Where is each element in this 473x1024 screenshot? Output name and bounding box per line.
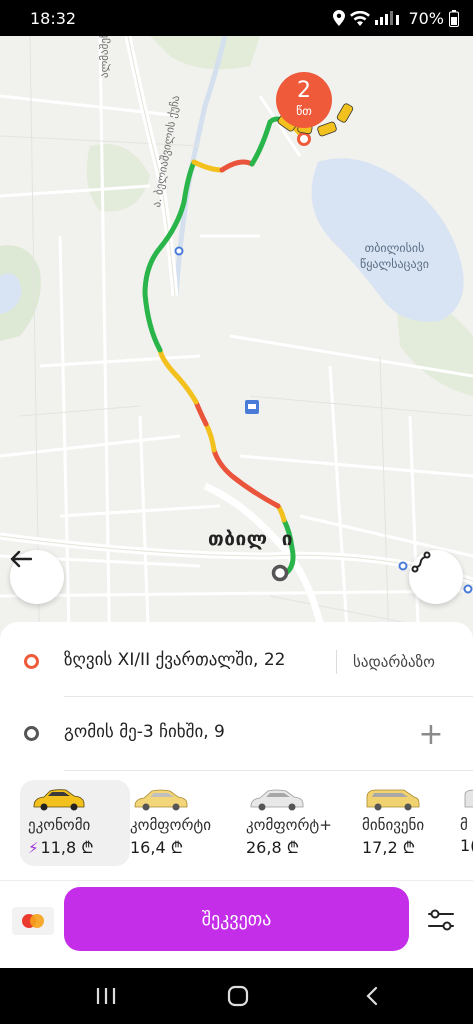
lake-label: თბილისის წყალსაცავი: [360, 240, 429, 272]
destination-address[interactable]: გომის მე-3 ჩიხში, 9: [64, 722, 225, 742]
system-navigation-bar: [0, 968, 473, 1024]
action-bar: შეკვეთა: [0, 880, 473, 968]
partial-car-icon: [464, 789, 473, 808]
route-overview-button[interactable]: [409, 550, 463, 604]
eta-badge: 2 წთ: [276, 72, 332, 128]
tariff-minivan[interactable]: მინივენი 17,2 ₾: [354, 780, 464, 866]
lightning-icon: ⚡: [28, 839, 39, 857]
home-button[interactable]: [222, 980, 254, 1012]
tariff-comfort-plus-name: კომფორტ+: [246, 816, 332, 834]
wifi-icon: [350, 10, 371, 26]
address-divider-2: [64, 770, 473, 771]
tariff-comfort[interactable]: კომფორტი 16,4 ₾: [122, 780, 232, 866]
tariff-economy-name: ეკონომი: [28, 816, 91, 834]
lake-label-line2: წყალსაცავი: [360, 257, 429, 271]
back-button[interactable]: [10, 550, 64, 604]
tariff-partial-price: 1(: [460, 836, 473, 855]
order-button[interactable]: შეკვეთა: [64, 887, 409, 951]
recent-apps-button[interactable]: [90, 980, 122, 1012]
tariff-economy-price: ⚡ 11,8 ₾: [28, 836, 130, 858]
comfort-car-icon: [134, 789, 188, 811]
tariff-minivan-price: 17,2 ₾: [362, 838, 416, 857]
minivan-car-icon: [366, 789, 420, 811]
destination-dot-icon: [24, 726, 39, 741]
battery-icon: [449, 9, 459, 27]
city-label: თბილ ი: [208, 528, 293, 550]
tariff-comfort-name: კომფორტი: [130, 816, 211, 834]
address-divider: [64, 696, 473, 697]
recent-apps-icon: [96, 988, 116, 1004]
tariff-list[interactable]: ეკონომი ⚡ 11,8 ₾ კომფორტი 16,4 ₾ კომფორტ+…: [0, 776, 473, 876]
economy-car-icon: [33, 789, 85, 811]
route-icon: [411, 551, 431, 573]
street-label-1: ალმაშენებლის: [98, 36, 111, 78]
signal-icon: [375, 11, 400, 25]
comfort-plus-car-icon: [250, 789, 304, 811]
status-bar: 18:32 70%: [0, 0, 473, 36]
status-time: 18:32: [30, 8, 77, 28]
mastercard-icon[interactable]: [12, 907, 54, 935]
lake-label-line1: თბილისის: [364, 241, 425, 255]
tariff-comfort-plus[interactable]: კომფორტ+ 26,8 ₾: [238, 780, 348, 866]
home-icon: [227, 985, 249, 1007]
chevron-left-icon: [366, 986, 378, 1006]
system-back-button[interactable]: [356, 980, 388, 1012]
tariff-partial-name: მ: [460, 816, 468, 834]
tariff-partial[interactable]: მ 1(: [452, 780, 473, 866]
sliders-icon[interactable]: [424, 903, 458, 937]
destination-row[interactable]: გომის მე-3 ჩიხში, 9 +: [0, 698, 473, 770]
entrance-button[interactable]: სადარბაზო: [336, 650, 435, 674]
eta-value: 2: [297, 78, 311, 103]
arrow-left-icon: [10, 550, 32, 568]
eta-unit: წთ: [296, 104, 312, 118]
status-icons: 70%: [333, 9, 459, 28]
map[interactable]: ალმაშენებლის ა. ბელიაშვილის ქუჩა თბილისი…: [0, 36, 473, 676]
add-stop-button[interactable]: +: [411, 714, 451, 754]
location-icon: [333, 10, 346, 26]
tariff-comfort-price: 16,4 ₾: [130, 838, 184, 857]
tariff-minivan-name: მინივენი: [362, 816, 425, 834]
pickup-address[interactable]: ზღვის XI/II ქვართალში, 22: [64, 650, 285, 670]
tariff-economy[interactable]: ეკონომი ⚡ 11,8 ₾: [20, 780, 130, 866]
pickup-dot-icon: [24, 654, 39, 669]
mastercard-logo: [22, 914, 44, 928]
tariff-economy-price-value: 11,8 ₾: [40, 838, 94, 857]
tariff-comfort-plus-price: 26,8 ₾: [246, 838, 300, 857]
battery-percent: 70%: [408, 8, 444, 28]
pickup-row[interactable]: ზღვის XI/II ქვართალში, 22 სადარბაზო: [0, 626, 473, 698]
map-canvas[interactable]: [0, 36, 473, 676]
